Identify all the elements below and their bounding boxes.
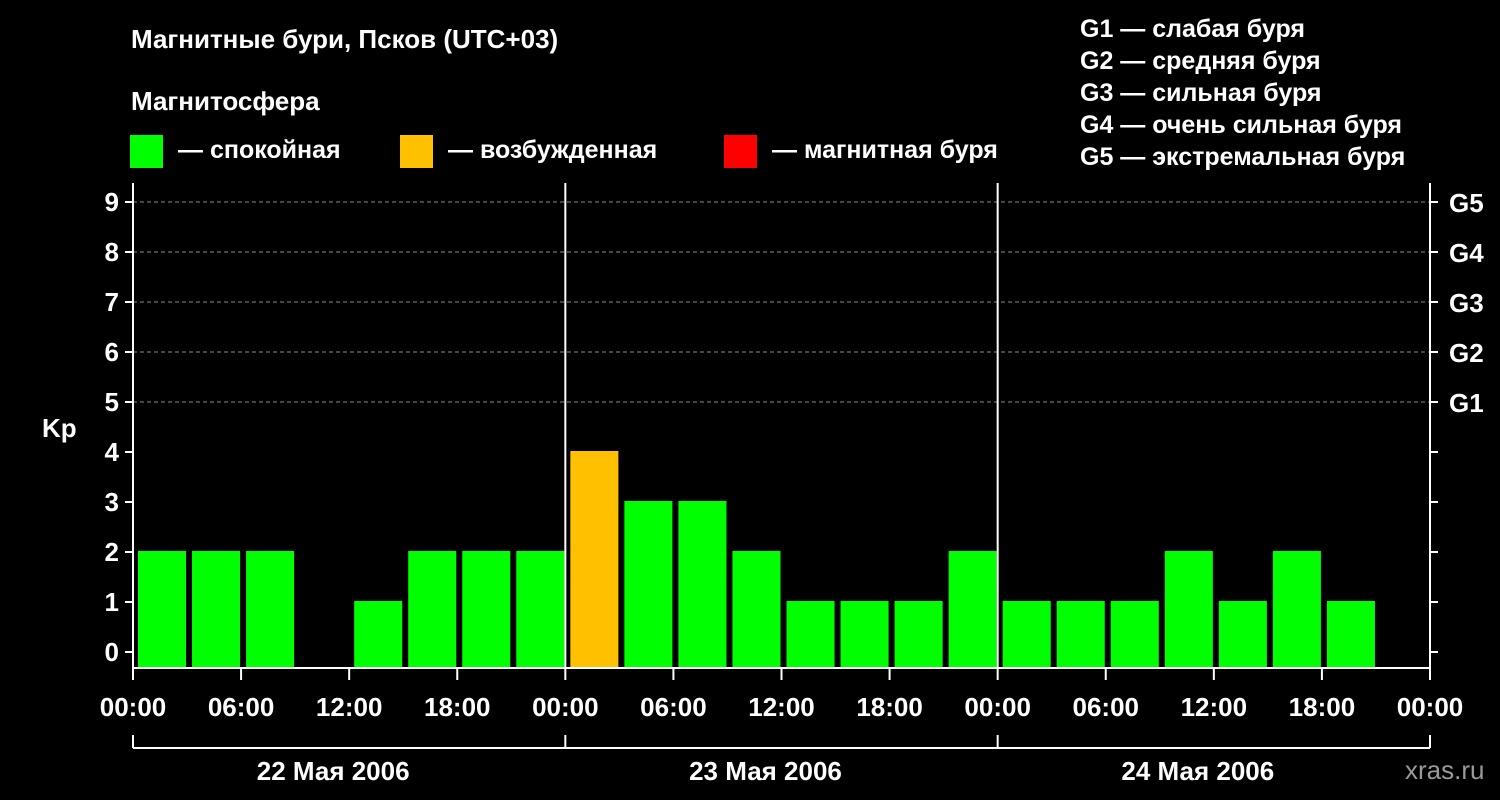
storm-level-g2: G2 — средняя буря xyxy=(1080,47,1321,75)
x-tick-label-9: 06:00 xyxy=(1073,692,1140,722)
y-axis-ticks: 0 1 2 3 4 5 6 7 8 9 xyxy=(105,187,133,667)
y-tick-label-4: 4 xyxy=(105,437,120,467)
legend-label-quiet: — спокойная xyxy=(178,136,341,164)
legend: — спокойная — возбужденная — магнитная б… xyxy=(130,135,998,168)
x-tick-label-5: 06:00 xyxy=(640,692,707,722)
kp-bar-0 xyxy=(138,551,187,668)
storm-level-g1: G1 — слабая буря xyxy=(1080,15,1305,43)
kp-bar-20 xyxy=(1218,601,1267,668)
x-tick-label-8: 00:00 xyxy=(964,692,1031,722)
x-tick-label-11: 18:00 xyxy=(1289,692,1356,722)
storm-axis-label-g3: G3 xyxy=(1449,288,1484,318)
kp-bar-15 xyxy=(948,551,997,668)
kp-bar-8 xyxy=(570,451,619,668)
y-tick-label-5: 5 xyxy=(105,387,119,417)
kp-bar-6 xyxy=(462,551,511,668)
date-label-1: 23 Мая 2006 xyxy=(689,756,842,786)
x-axis-ticks: 00:00 06:00 12:00 18:00 00:00 06:00 12:00 18:00… xyxy=(100,668,1464,722)
y-tick-label-9: 9 xyxy=(105,187,119,217)
legend-swatch-quiet xyxy=(130,135,163,168)
x-tick-label-6: 12:00 xyxy=(748,692,815,722)
storm-level-g3: G3 — сильная буря xyxy=(1080,79,1322,107)
kp-bar-17 xyxy=(1056,601,1105,668)
legend-swatch-active xyxy=(400,135,433,168)
date-label-0: 22 Мая 2006 xyxy=(257,756,410,786)
storm-axis-label-g4: G4 xyxy=(1449,238,1484,268)
legend-label-active: — возбужденная xyxy=(448,136,657,164)
y-tick-label-3: 3 xyxy=(105,487,119,517)
y-axis-label: Kp xyxy=(42,413,77,443)
kp-bar-9 xyxy=(624,501,673,668)
y-tick-label-8: 8 xyxy=(105,237,119,267)
x-tick-label-3: 18:00 xyxy=(424,692,491,722)
storm-axis-ticks: G1 G2 G3 G4 G5 xyxy=(1430,188,1484,653)
watermark: xras.ru xyxy=(1405,755,1484,785)
kp-bar-10 xyxy=(678,501,727,668)
grid-lines xyxy=(133,201,1430,403)
legend-swatch-storm xyxy=(724,135,757,168)
x-tick-label-0: 00:00 xyxy=(100,692,167,722)
kp-bar-18 xyxy=(1110,601,1159,668)
kp-bar-14 xyxy=(894,601,943,668)
y-tick-label-2: 2 xyxy=(105,537,119,567)
storm-level-list: G1 — слабая буря G2 — средняя буря G3 — … xyxy=(1080,15,1405,171)
chart-subtitle: Магнитосфера xyxy=(131,86,320,116)
kp-bar-21 xyxy=(1272,551,1321,668)
kp-bar-11 xyxy=(732,551,781,668)
kp-chart: Магнитные бури, Псков (UTC+03) Магнитосф… xyxy=(42,15,1484,786)
x-tick-label-1: 06:00 xyxy=(208,692,275,722)
kp-bar-1 xyxy=(192,551,241,668)
y-tick-label-6: 6 xyxy=(105,337,119,367)
x-tick-label-2: 12:00 xyxy=(316,692,383,722)
y-tick-label-1: 1 xyxy=(105,587,119,617)
storm-axis-label-g5: G5 xyxy=(1449,188,1484,218)
storm-axis-label-g1: G1 xyxy=(1449,388,1484,418)
kp-bar-22 xyxy=(1326,601,1375,668)
storm-level-g5: G5 — экстремальная буря xyxy=(1080,143,1405,171)
kp-bar-12 xyxy=(786,601,835,668)
storm-level-g4: G4 — очень сильная буря xyxy=(1080,111,1402,139)
legend-label-storm: — магнитная буря xyxy=(772,136,998,164)
storm-axis-label-g2: G2 xyxy=(1449,338,1484,368)
bars xyxy=(138,451,1375,668)
kp-bar-5 xyxy=(408,551,457,668)
date-axis: 22 Мая 2006 23 Мая 2006 24 Мая 2006 xyxy=(132,735,1431,786)
y-tick-label-7: 7 xyxy=(105,287,119,317)
kp-bar-2 xyxy=(246,551,295,668)
kp-bar-19 xyxy=(1164,551,1213,668)
x-tick-label-10: 12:00 xyxy=(1181,692,1248,722)
x-tick-label-4: 00:00 xyxy=(532,692,599,722)
kp-bar-13 xyxy=(840,601,889,668)
kp-bar-16 xyxy=(1002,601,1051,668)
date-label-2: 24 Мая 2006 xyxy=(1121,756,1274,786)
y-tick-label-0: 0 xyxy=(105,637,119,667)
plot-frame xyxy=(132,183,1431,669)
kp-bar-4 xyxy=(354,601,403,668)
x-tick-label-7: 18:00 xyxy=(856,692,923,722)
chart-title: Магнитные бури, Псков (UTC+03) xyxy=(131,24,558,54)
kp-bar-7 xyxy=(516,551,565,668)
x-tick-label-12: 00:00 xyxy=(1397,692,1464,722)
